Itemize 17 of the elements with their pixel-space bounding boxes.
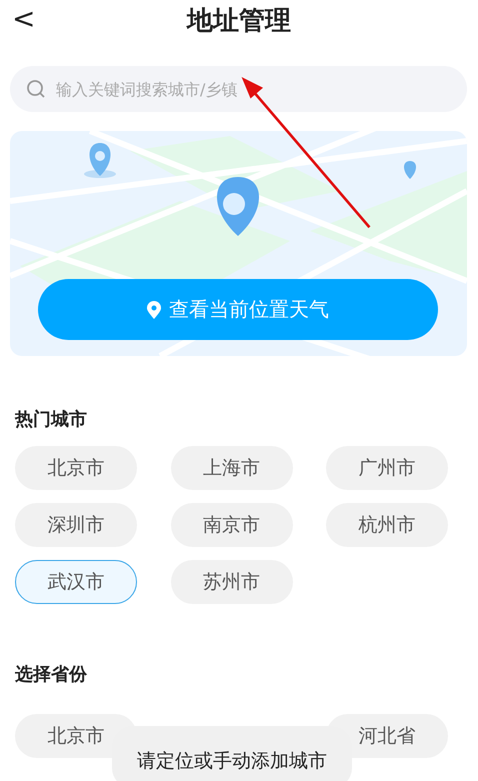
- city-chip[interactable]: 武汉市: [15, 560, 137, 604]
- search-field[interactable]: 输入关键词搜索城市/乡镇: [54, 78, 451, 100]
- city-chip[interactable]: 苏州市: [170, 560, 292, 604]
- section-title: 热门城市: [14, 408, 88, 431]
- back-button[interactable]: <: [6, 2, 42, 35]
- city-chip[interactable]: 杭州市: [326, 503, 448, 547]
- section-title: 选择省份: [14, 663, 88, 686]
- hint-toast: 请定位或手动添加城市: [112, 726, 352, 781]
- city-chip[interactable]: 深圳市: [15, 503, 137, 547]
- city-chip[interactable]: 上海市: [170, 446, 292, 490]
- city-chip[interactable]: 北京市: [15, 446, 137, 490]
- location-pin-icon: [147, 300, 161, 318]
- page-title: 地址管理: [187, 4, 291, 38]
- search-bar[interactable]: 输入关键词搜索城市/乡镇: [10, 66, 467, 112]
- city-chip[interactable]: 广州市: [326, 446, 448, 490]
- city-chip[interactable]: 南京市: [170, 503, 292, 547]
- search-icon: [26, 79, 46, 99]
